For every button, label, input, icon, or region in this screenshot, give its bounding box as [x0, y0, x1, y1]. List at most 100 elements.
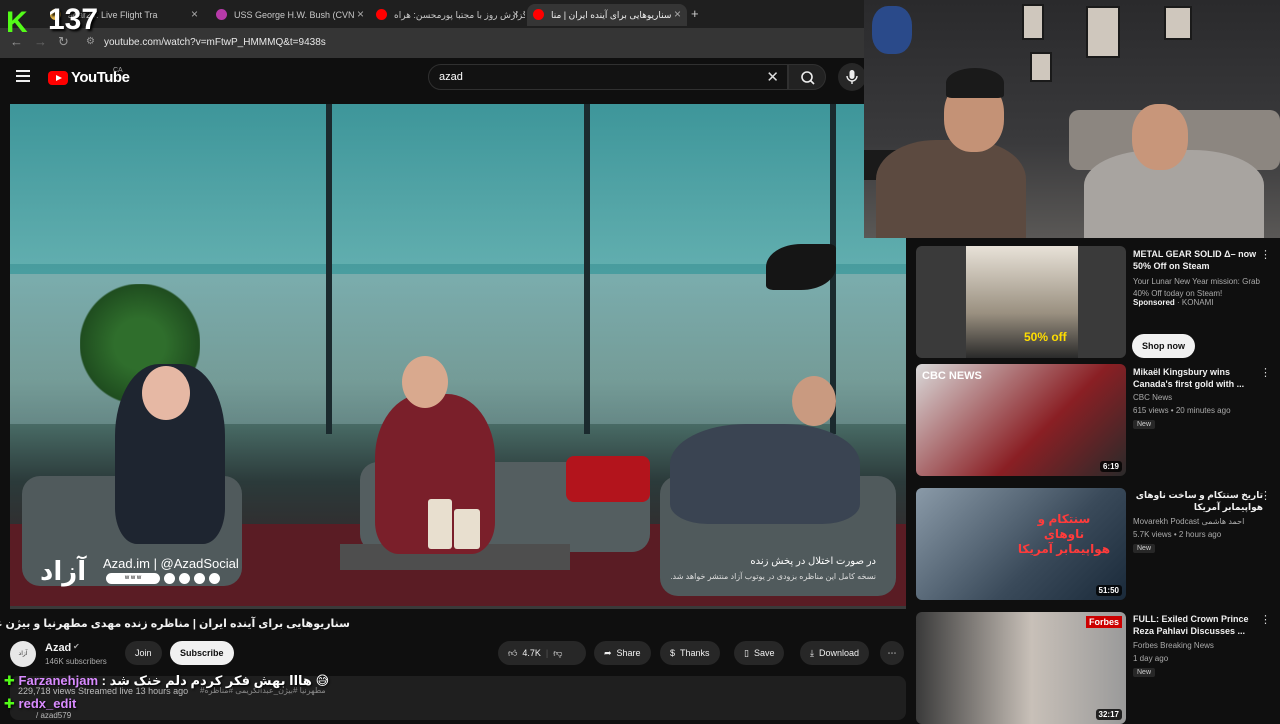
new-tab-button[interactable]: +	[691, 6, 699, 21]
thanks-button[interactable]: $ Thanks	[660, 641, 720, 665]
channel-name[interactable]: Movarekh Podcast احمد هاشمی	[1133, 517, 1244, 526]
forward-icon[interactable]: →	[34, 34, 47, 49]
channel-name[interactable]: CBC News	[1133, 393, 1172, 402]
close-icon[interactable]: ×	[512, 7, 519, 21]
video-title[interactable]: FULL: Exiled Crown Prince Reza Pahlavi D…	[1133, 613, 1263, 637]
video-thumbnail[interactable]: CBC NEWS 6:19	[916, 364, 1126, 476]
ad-thumbnail[interactable]: 50% off	[916, 246, 1126, 358]
share-button[interactable]: ➦ Share	[594, 641, 651, 665]
new-badge: New	[1133, 420, 1156, 429]
guest-left-face	[142, 366, 190, 420]
video-thumbnail[interactable]: Forbes 32:17	[916, 612, 1126, 724]
chat-text: : هااا بهش فکر کردم دلم خنک شد 😅	[101, 673, 330, 688]
channel-name[interactable]: Azad	[45, 642, 71, 654]
wall-art	[1030, 52, 1052, 82]
ad-description: Your Lunar New Year mission: Grab 40% Of…	[1133, 277, 1260, 298]
kick-logo-letter: K	[6, 6, 28, 39]
search-button[interactable]	[788, 64, 826, 90]
ad-sponsor: Sponsored · KONAMI	[1133, 298, 1214, 307]
subscribe-button[interactable]: Subscribe	[170, 641, 234, 665]
tab-title: USS George H.W. Bush (CVN	[234, 10, 355, 20]
instagram-icon	[194, 573, 205, 584]
download-button[interactable]: ⤓ Download	[800, 641, 870, 665]
browser-tab[interactable]: گزارش روز با مجتبا پورمحسن: هراه ×	[370, 4, 525, 26]
chat-subline: / azad579	[36, 711, 72, 720]
more-options-icon[interactable]: ⋮	[1260, 366, 1271, 379]
like-button[interactable]: 👍︎ 4.7K | 👎︎	[498, 641, 586, 665]
video-progress-bar[interactable]	[10, 606, 906, 609]
browser-tab[interactable]: USS George H.W. Bush (CVN ×	[210, 4, 370, 26]
wall-art	[1086, 6, 1120, 58]
more-actions-button[interactable]: ⋯	[880, 641, 904, 665]
voice-search-button[interactable]	[838, 63, 866, 91]
save-button[interactable]: ▯ Save	[734, 641, 785, 665]
menu-icon[interactable]	[16, 70, 30, 82]
new-badge: New	[1133, 544, 1156, 553]
video-title: سناریوهایی برای آینده ایران | مناظره زند…	[0, 618, 350, 630]
video-thumbnail[interactable]: سنتکام و ناوهای هواپیمابر آمریکا 51:50	[916, 488, 1126, 600]
thanks-icon: $	[670, 648, 676, 658]
viewer-count: 137	[48, 3, 99, 36]
close-icon[interactable]: ×	[357, 7, 364, 21]
browser-tab-active[interactable]: سناریوهایی برای آینده ایران | منا ×	[527, 4, 687, 26]
chat-message: ✚ Farzanehjam : هااا بهش فکر کردم دلم خن…	[4, 673, 329, 689]
close-icon[interactable]: ×	[191, 7, 198, 21]
guest-right	[670, 424, 860, 524]
kick-logo-icon: K	[6, 6, 38, 39]
download-icon: ⤓	[810, 647, 814, 658]
sponsor-name: KONAMI	[1181, 298, 1214, 307]
youtube-logo-icon[interactable]	[48, 71, 68, 85]
like-count: 4.7K	[522, 648, 541, 658]
guitar	[872, 6, 912, 54]
thanks-label: Thanks	[680, 648, 710, 658]
youtube-header: YouTube CA azad ✕	[0, 58, 866, 98]
tab-title: گزارش روز با مجتبا پورمحسن: هراه	[394, 9, 525, 20]
wall-art	[1022, 4, 1044, 40]
stream-notice: در صورت اختلال در پخش زنده	[750, 556, 876, 567]
search-input[interactable]: azad ✕	[428, 64, 788, 90]
clear-search-icon[interactable]: ✕	[766, 68, 779, 86]
search-query[interactable]: azad	[439, 71, 463, 83]
wall-art	[1164, 6, 1192, 40]
video-title[interactable]: Mikaël Kingsbury wins Canada's first gol…	[1133, 366, 1263, 390]
ad-title[interactable]: METAL GEAR SOLID Δ– now 50% Off on Steam	[1133, 248, 1263, 272]
video-meta: 1 day ago	[1133, 654, 1169, 663]
country-code: CA	[113, 67, 123, 74]
share-icon: ➦	[604, 647, 612, 658]
vase	[454, 509, 480, 549]
divider: |	[545, 648, 549, 658]
save-label: Save	[753, 648, 775, 658]
thumbs-down-icon[interactable]: 👎︎	[553, 648, 562, 659]
window-frame	[584, 104, 590, 434]
join-button[interactable]: Join	[125, 641, 162, 665]
floor-lamp	[766, 244, 836, 290]
video-duration: 6:19	[1099, 461, 1122, 472]
tab-favicon-icon	[216, 9, 227, 20]
telegram-icon	[179, 573, 190, 584]
youtube-icon	[209, 573, 220, 584]
new-badge: New	[1133, 668, 1156, 677]
channel-name[interactable]: Forbes Breaking News	[1133, 641, 1214, 650]
video-player[interactable]: آزاد Azad.im | @AzadSocial w w w در صورت…	[10, 104, 906, 608]
subscriber-count: 146K subscribers	[45, 657, 107, 666]
stream-notice-detail: نسخه کامل این مناظره بزودی در یوتوب آزاد…	[670, 572, 876, 581]
site-info-icon[interactable]: ⚙	[86, 36, 95, 47]
close-icon[interactable]: ×	[674, 7, 681, 21]
avatar[interactable]: آزاد	[10, 641, 36, 667]
more-options-icon[interactable]: ⋮	[1260, 248, 1271, 261]
social-icons: w w w	[106, 573, 220, 584]
vase	[428, 499, 452, 549]
more-options-icon[interactable]: ⋮	[1260, 489, 1271, 502]
ad-discount-badge: 50% off	[1024, 330, 1067, 344]
twitter-icon	[164, 573, 175, 584]
thumbs-up-icon: 👍︎	[508, 647, 518, 658]
more-options-icon[interactable]: ⋮	[1260, 613, 1271, 626]
video-meta: 615 views • 20 minutes ago	[1133, 406, 1231, 415]
guest-right-face	[792, 376, 836, 426]
verified-icon: ✔	[73, 642, 80, 651]
video-title[interactable]: تاریخ سنتکام و ساخت ناوهای هواپیمابر آمر…	[1133, 489, 1263, 513]
shop-now-button[interactable]: Shop now	[1132, 334, 1195, 358]
video-scene-sky	[10, 104, 906, 264]
video-duration: 51:50	[1095, 585, 1122, 596]
url-field[interactable]: youtube.com/watch?v=mFtwP_HMMMQ&t=9438s	[104, 37, 326, 48]
